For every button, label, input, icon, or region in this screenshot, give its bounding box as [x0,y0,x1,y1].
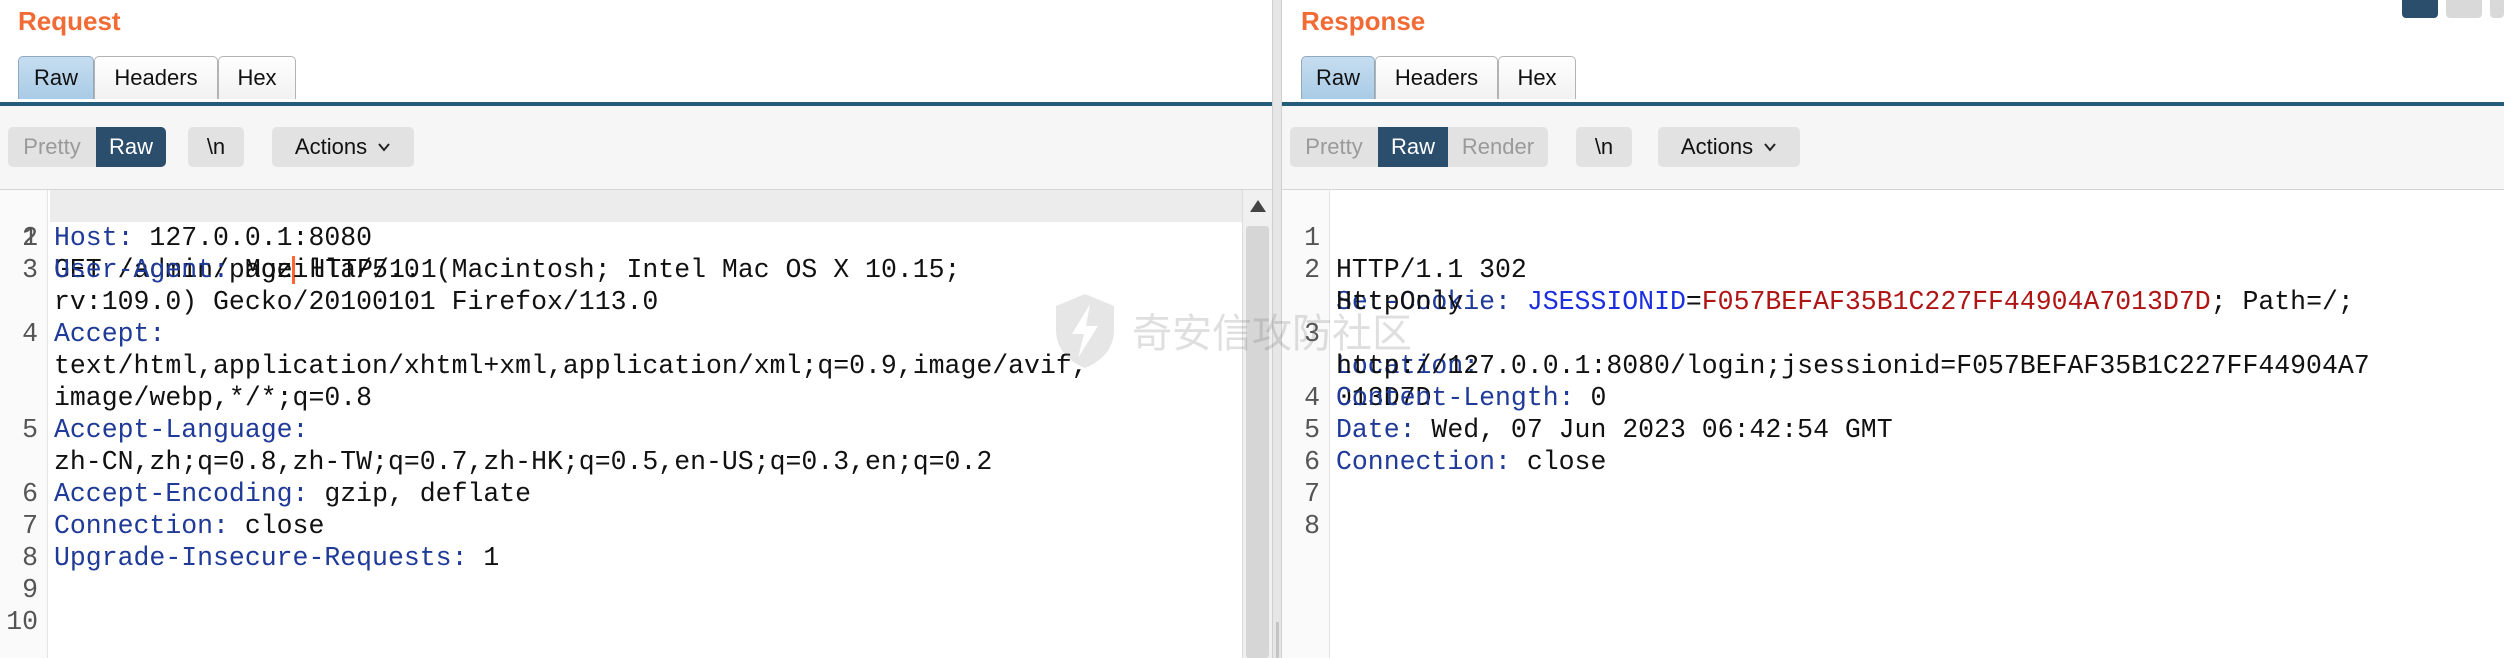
divider-grip[interactable] [1276,622,1279,658]
shield-bolt-icon [1056,294,1114,368]
request-view-selector: Pretty Raw [8,127,166,167]
response-actions-label: Actions [1680,134,1754,159]
response-line: 8 [1304,511,1320,541]
layout-single-icon[interactable] [2490,0,2504,18]
request-line: 10 [6,607,38,637]
response-tab-hex[interactable]: Hex [1498,56,1576,99]
request-line: 9 [22,575,38,605]
response-tab-headers[interactable]: Headers [1375,56,1498,99]
response-tab-raw[interactable]: Raw [1301,56,1375,99]
request-line: image/webp,*/*;q=0.8 [54,383,373,413]
request-view-raw[interactable]: Raw [96,127,166,167]
request-actions-button[interactable]: Actions [272,127,414,167]
response-line: 6 Connection: close [1304,447,1607,477]
watermark-text: 奇安信攻防社区 [1132,311,1412,357]
chevron-down-icon [1764,143,1776,152]
request-tab-headers[interactable]: Headers [94,56,218,99]
request-tab-hex[interactable]: Hex [218,56,296,99]
request-line: 5 Accept-Language: [22,415,309,445]
layout-stacked-icon[interactable] [2446,0,2482,18]
layout-split-icon[interactable] [2402,0,2438,18]
response-view-selector: Pretty Raw Render [1290,127,1548,167]
layout-toggle-icons [2394,0,2504,20]
response-line: 1 HTTP/1.1 302 [1304,223,1527,285]
response-view-pretty[interactable]: Pretty [1290,127,1378,167]
request-title: Request [18,6,121,36]
request-editor[interactable]: 1 GET /admin/page HTTP/1.1 2 Host: 127.0.… [0,190,1272,658]
request-actions-label: Actions [294,134,368,159]
response-line: HttpOnly [1336,287,1464,317]
response-view-render[interactable]: Render [1448,127,1548,167]
response-editor[interactable]: 1 HTTP/1.1 302 2 Set-Cookie: JSESSIONID=… [1282,190,2504,658]
response-newline-toggle[interactable]: \n [1576,127,1632,167]
chevron-down-icon [378,143,390,152]
request-line: zh-CN,zh;q=0.8,zh-TW;q=0.7,zh-HK;q=0.5,e… [54,447,993,477]
request-line: 7 Connection: close [22,511,325,541]
response-actions-button[interactable]: Actions [1658,127,1800,167]
response-tabs: Raw Headers Hex [1282,56,2504,106]
response-title: Response [1301,6,1426,36]
request-line: 1 GET /admin/page HTTP/1.1 [22,223,437,285]
watermark: 奇安信攻防社区 [1050,290,1470,370]
scroll-up-icon[interactable] [1250,200,1266,212]
request-tab-raw[interactable]: Raw [18,56,94,99]
response-toolbar: Pretty Raw Render \n Actions [1282,106,2504,190]
request-view-pretty[interactable]: Pretty [8,127,96,167]
response-line: 7 [1304,479,1320,509]
response-line: 4 Content-Length: 0 [1304,383,1607,413]
request-tabs: Raw Headers Hex [0,56,1272,106]
response-view-raw[interactable]: Raw [1378,127,1448,167]
response-line: 5 Date: Wed, 07 Jun 2023 06:42:54 GMT [1304,415,1893,445]
request-scrollbar[interactable] [1242,190,1272,658]
request-line: 2 Host: 127.0.0.1:8080 [22,223,373,253]
request-toolbar: Pretty Raw \n Actions [0,106,1272,190]
request-line: 8 Upgrade-Insecure-Requests: 1 [22,543,500,573]
request-newline-toggle[interactable]: \n [188,127,244,167]
request-line: 6 Accept-Encoding: gzip, deflate [22,479,532,509]
response-line: 2 Set-Cookie: JSESSIONID=F057BEFAF35B1C2… [1304,255,2354,317]
request-line: 3 User-Agent: Mozilla/5.0 (Macintosh; Int… [22,255,961,285]
